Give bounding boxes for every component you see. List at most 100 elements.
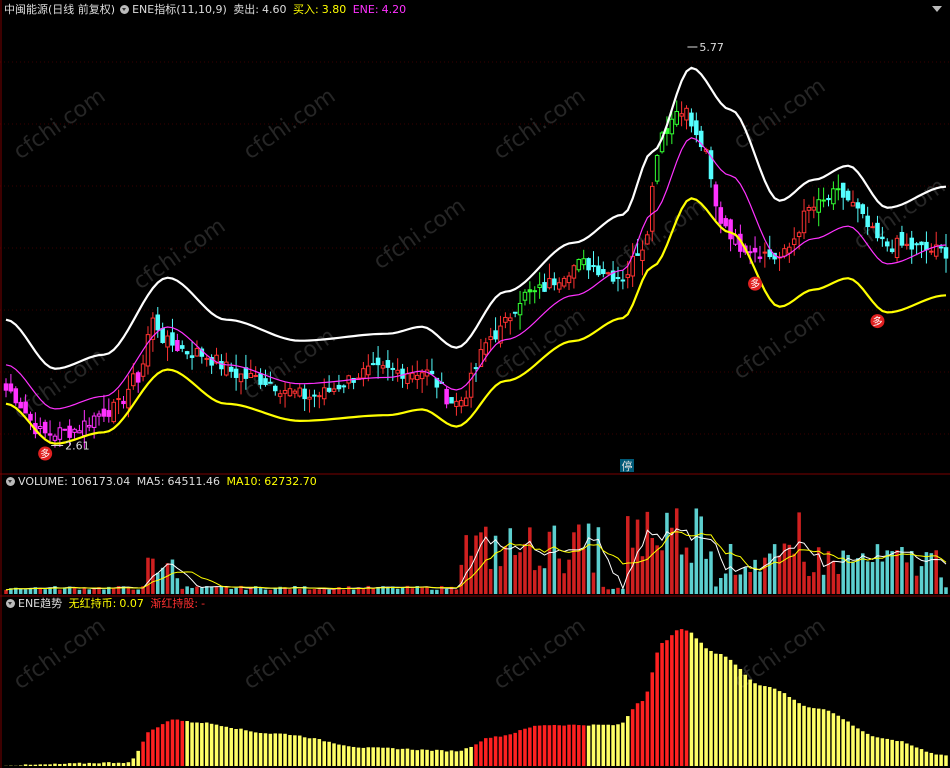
candle-body	[894, 237, 900, 259]
watermark-text: cfchi.com	[239, 84, 340, 165]
trend-bar	[405, 748, 410, 766]
candle-body	[943, 247, 949, 259]
volume-bar	[557, 558, 561, 594]
trend-bar	[102, 762, 106, 766]
volume-bar	[111, 587, 116, 594]
volume-bar	[831, 560, 836, 594]
volume-bar	[185, 586, 189, 594]
trend-bar	[361, 747, 366, 766]
volume-bar	[890, 551, 894, 594]
candle-body	[121, 400, 126, 405]
volume-bar	[939, 577, 943, 594]
trend-bar	[258, 733, 263, 766]
candle-body	[390, 367, 396, 370]
trend-bar	[812, 708, 816, 766]
candle-body	[826, 197, 831, 201]
candle-body	[248, 372, 254, 379]
candle-body	[366, 365, 371, 376]
volume-bar	[704, 558, 708, 594]
candle-body	[72, 428, 77, 433]
candle-body	[18, 401, 23, 409]
volume-bar	[914, 575, 919, 594]
ene-label: ENE:	[352, 3, 379, 16]
volume-bar	[924, 552, 929, 594]
trend-bar	[919, 749, 924, 766]
trend-bar	[376, 747, 380, 766]
candle-body	[13, 388, 19, 404]
volume-bar	[371, 588, 375, 594]
candle-body	[728, 219, 733, 240]
candle-body	[884, 241, 890, 247]
candle-body	[277, 393, 283, 397]
trend-bar	[170, 719, 175, 766]
watermark-text: cfchi.com	[369, 194, 470, 275]
volume-bar	[263, 589, 268, 594]
trend-bar	[704, 648, 708, 766]
volume-bar	[312, 589, 317, 594]
volume-bar	[812, 572, 816, 594]
volume-bar	[508, 528, 513, 594]
candle-body	[782, 248, 787, 257]
candle-body	[576, 259, 582, 271]
buy-signal-text: 多	[750, 278, 760, 291]
trend-bar	[581, 725, 586, 766]
candle-body	[796, 232, 802, 238]
candle-body	[836, 188, 841, 191]
volume-bar	[454, 589, 459, 594]
candle-body	[243, 367, 249, 379]
volume-bar	[4, 589, 8, 594]
trend-bar	[645, 691, 650, 766]
candle-body	[307, 396, 312, 400]
candle-body	[361, 368, 366, 379]
candle-body	[909, 237, 914, 250]
volume-bar	[209, 586, 214, 594]
volume-bar	[430, 589, 434, 594]
trend-bar	[469, 746, 473, 766]
volume-bar	[444, 588, 449, 594]
indicator-name[interactable]: ENE指标(11,10,9)	[132, 3, 227, 16]
volume-bar	[87, 589, 91, 594]
trend-bar	[337, 744, 341, 766]
trend-bar	[239, 728, 243, 766]
trend-bar	[767, 687, 772, 766]
ma5-value: 64511.46	[167, 475, 221, 488]
trend-bar	[865, 733, 870, 766]
suspension-text: 停	[622, 459, 633, 473]
trend-bar	[87, 762, 91, 766]
red-label: 渐红持股:	[150, 597, 199, 610]
volume-bar	[728, 543, 733, 594]
trend-bar	[630, 709, 635, 766]
candle-body	[375, 357, 381, 366]
collapse-triangle-icon[interactable]	[932, 6, 942, 12]
volume-bar	[601, 586, 606, 594]
volume-panel-header: VOLUME: 106173.04 MA5: 64511.46 MA10: 62732…	[4, 474, 320, 490]
trend-bar	[268, 733, 273, 766]
trend-bar	[856, 728, 860, 766]
candle-body	[463, 397, 469, 407]
volume-bar	[674, 508, 679, 594]
volume-bar	[645, 511, 650, 594]
volume-bar	[895, 550, 899, 594]
trend-bar	[900, 741, 904, 766]
candle-body	[889, 248, 895, 253]
trend-bar	[567, 724, 571, 766]
candle-body	[718, 207, 724, 224]
volume-dropdown-icon[interactable]	[6, 477, 15, 486]
trend-bar	[679, 629, 684, 766]
candle-body	[552, 278, 557, 286]
trend-bar	[165, 721, 170, 766]
candle-body	[757, 256, 763, 259]
candle-body	[806, 207, 812, 211]
volume-bar	[503, 546, 508, 594]
volume-bar	[709, 551, 713, 594]
trend-bar	[513, 732, 517, 766]
trend-bar	[464, 748, 468, 766]
candle-body	[527, 289, 533, 293]
volume-bar	[43, 589, 47, 594]
trend-dropdown-icon[interactable]	[6, 599, 15, 608]
candle-body	[483, 342, 489, 355]
candle-body	[42, 421, 48, 434]
dropdown-circle-icon[interactable]	[120, 5, 130, 14]
trend-bar	[48, 764, 52, 766]
trend-bar	[58, 764, 62, 766]
